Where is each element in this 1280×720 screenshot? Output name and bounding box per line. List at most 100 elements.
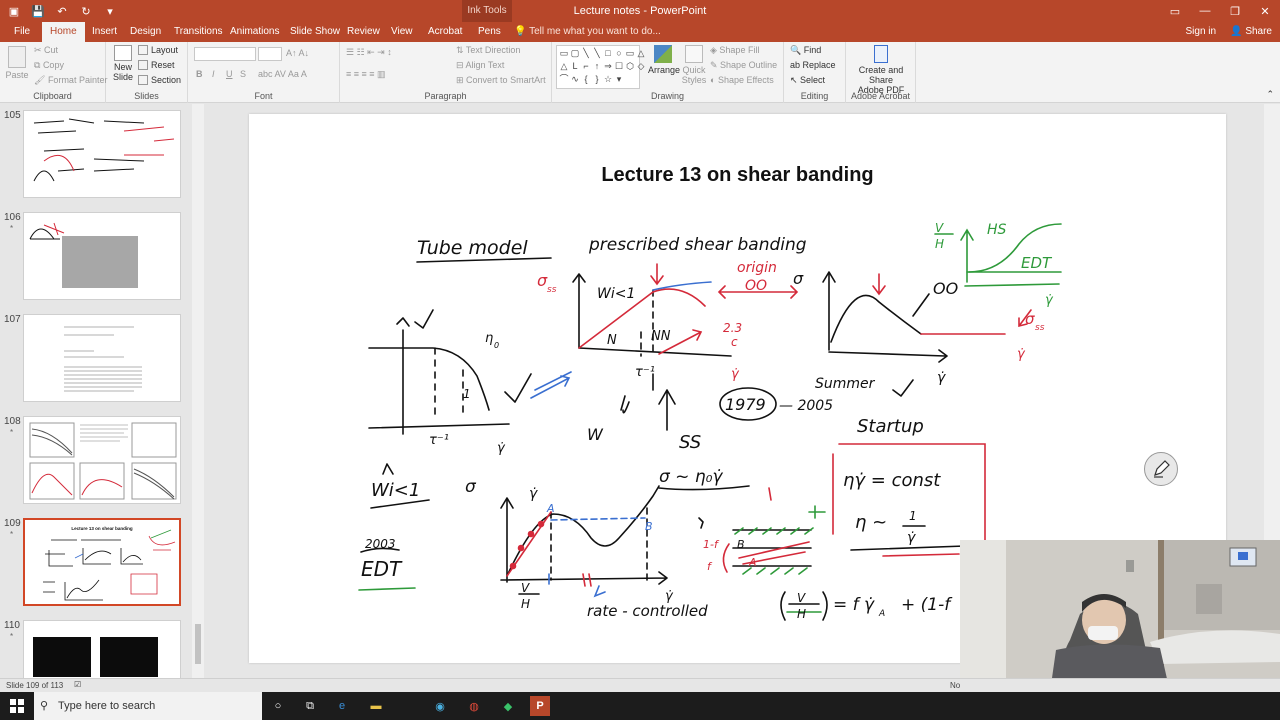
format-painter-button[interactable]: 🖌 Format Painter [34, 75, 107, 86]
effects-icon: ◐ [710, 75, 718, 85]
select-button[interactable]: ↖ Select [790, 75, 825, 86]
bold-button[interactable]: B [196, 69, 203, 79]
clipboard-group: Paste ✂ Cut ⧉ Copy 🖌 Format Painter Clip… [0, 42, 107, 103]
tab-home[interactable]: Home [42, 22, 85, 42]
EDT-bottom-text: EDT [361, 557, 403, 581]
blue-tie-line [550, 517, 646, 521]
minimize-icon[interactable]: — [1190, 0, 1220, 22]
tell-me-box[interactable]: 💡 Tell me what you want to do... [514, 22, 661, 42]
paste-button[interactable]: Paste [4, 46, 30, 80]
bullets-icon[interactable]: ☰ ☷ ⇤ ⇥ ↕ [346, 47, 392, 58]
slide-thumbnail-107[interactable] [23, 314, 181, 402]
copy-button[interactable]: ⧉ Copy [34, 60, 64, 71]
slide-thumbnail-109[interactable]: Lecture 13 on shear banding [23, 518, 181, 606]
right-plot-xaxis [828, 349, 948, 363]
tab-pens[interactable]: Pens [470, 22, 509, 42]
edge-browser-icon[interactable]: e [332, 696, 352, 716]
thumbnail-ink [43, 529, 176, 601]
redo-icon[interactable]: ↻ [78, 3, 94, 19]
cortana-icon[interactable]: ○ [268, 696, 288, 716]
underline-button[interactable]: U [226, 69, 233, 79]
thumbnail-scrollbar[interactable] [192, 104, 204, 678]
font-name-combo[interactable] [194, 47, 256, 61]
align-icons[interactable]: ≡ ≡ ≡ ≡ ▥ [346, 69, 386, 80]
lever-VH-den: H [797, 607, 806, 621]
grow-font-icon[interactable]: A↑ A↓ [286, 48, 309, 58]
cut-button[interactable]: ✂ Cut [34, 45, 58, 56]
chrome-icon[interactable]: ◍ [464, 696, 484, 716]
tab-insert[interactable]: Insert [84, 22, 125, 42]
eta-gamma-const: ηγ̇ = const [843, 470, 941, 491]
thumbnail-scrollbar-thumb[interactable] [195, 624, 201, 664]
shape-fill-button[interactable]: ◈ Shape Fill [710, 45, 759, 56]
replace-button[interactable]: ab Replace [790, 60, 836, 70]
tab-view[interactable]: View [383, 22, 421, 42]
create-share-pdf-button[interactable]: Create and Share Adobe PDF [846, 45, 916, 95]
eta-approx-underline [850, 545, 966, 551]
tab-transitions[interactable]: Transitions [166, 22, 231, 42]
shapes-gallery[interactable]: ▭ ▢ ╲ ╲ □ ○ ▭ △ △ L ⌐ ↑ ⇒ ☐ ⬡ ◇ ⌒ ∿{} ☆ ▾ [556, 45, 644, 89]
share-button[interactable]: 👤 Share [1230, 22, 1272, 42]
lightbulb-icon: 💡 [514, 26, 530, 37]
collapse-ribbon-icon[interactable]: ⌃ [1266, 89, 1274, 100]
ribbon-display-options-icon[interactable]: ▭ [1160, 0, 1190, 22]
quick-styles-button[interactable]: Quick Styles [680, 45, 708, 85]
layout-button[interactable]: Layout [138, 45, 178, 55]
tab-acrobat[interactable]: Acrobat [420, 22, 470, 42]
arrange-button[interactable]: Arrange [648, 45, 680, 75]
tab-file[interactable]: File [6, 22, 38, 42]
tab-design[interactable]: Design [122, 22, 169, 42]
app-icon-circle[interactable]: ◉ [430, 696, 450, 716]
shape-outline-button[interactable]: ✎ Shape Outline [710, 60, 777, 71]
convert-smartart-button[interactable]: ⊞ Convert to SmartArt [456, 75, 546, 86]
magnifier-icon: 🔍 [790, 45, 804, 55]
taskbar-search-box[interactable]: ⚲ Type here to search [34, 692, 262, 720]
tab-review[interactable]: Review [339, 22, 388, 42]
search-icon: ⚲ [40, 700, 49, 712]
window-controls: ▭ — ❐ ✕ [1160, 0, 1280, 22]
slide-thumbnail-106[interactable] [23, 212, 181, 300]
undo-icon[interactable]: ↶ [54, 3, 70, 19]
blue-double-arrow [530, 371, 572, 399]
customize-icon[interactable]: ▾ [102, 3, 118, 19]
font-color-icon[interactable]: abc AV Aa A [258, 69, 307, 79]
shape-effects-button[interactable]: ◐ Shape Effects [710, 75, 774, 85]
slide-thumbnail-105[interactable] [23, 110, 181, 198]
powerpoint-taskbar-icon[interactable]: P [530, 696, 550, 716]
HS-text: HS [987, 222, 1007, 238]
mid-plot-xaxis [578, 347, 732, 357]
red-tick-2 [768, 487, 772, 501]
app-icon[interactable]: ▣ [6, 3, 22, 19]
thumb-number: 108 [4, 416, 21, 427]
section-button[interactable]: Section [138, 75, 181, 85]
gamma-left-axis: γ̇ [497, 441, 506, 456]
notes-button[interactable]: No [950, 681, 960, 690]
align-text-button[interactable]: ⊟ Align Text [456, 60, 504, 71]
text-direction-button[interactable]: ⇅ Text Direction [456, 45, 520, 56]
task-view-icon[interactable]: ⧉ [300, 696, 320, 716]
close-icon[interactable]: ✕ [1250, 0, 1280, 22]
slide-thumbnail-108[interactable] [23, 416, 181, 504]
find-button[interactable]: 🔍 Find [790, 45, 821, 56]
paragraph-label: Paragraph [424, 91, 467, 101]
prescribed-text: prescribed shear banding [588, 235, 807, 255]
editing-label: Editing [800, 91, 829, 101]
spellcheck-icon[interactable]: ☑ [74, 680, 81, 689]
slide-thumbnail-110[interactable] [23, 620, 181, 678]
red-dot-4 [537, 520, 545, 528]
windows-start-button[interactable] [0, 692, 34, 720]
tab-animations[interactable]: Animations [222, 22, 287, 42]
sign-in-link[interactable]: Sign in [1186, 22, 1217, 42]
font-group: A↑ A↓ B I U S abc AV Aa A Font [188, 42, 340, 103]
file-explorer-icon[interactable]: ▬ [366, 696, 386, 716]
italic-button[interactable]: I [212, 69, 215, 79]
font-size-combo[interactable] [258, 47, 282, 61]
green-sigma-mark [808, 505, 826, 519]
save-icon[interactable]: 💾 [30, 3, 46, 19]
status-bar: Slide 109 of 113 ☑ No [0, 678, 1280, 692]
green-app-icon[interactable]: ◆ [498, 696, 518, 716]
new-slide-button[interactable]: New Slide [110, 45, 136, 82]
restore-icon[interactable]: ❐ [1220, 0, 1250, 22]
shadow-button[interactable]: S [240, 69, 246, 79]
reset-button[interactable]: Reset [138, 60, 175, 70]
